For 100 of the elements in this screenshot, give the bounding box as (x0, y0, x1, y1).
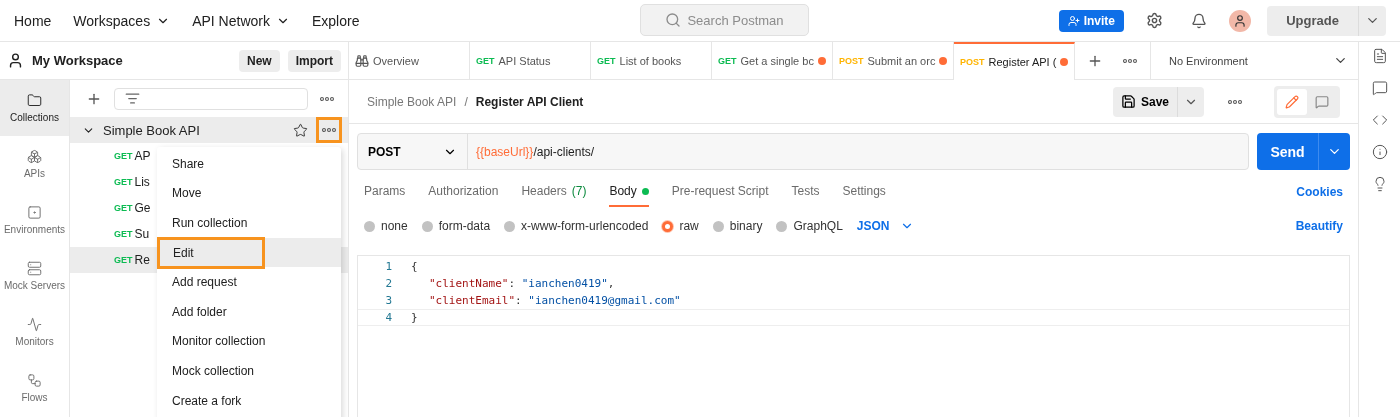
request-section-tab[interactable]: Pre-request Script (671, 177, 769, 207)
menu-item[interactable]: Move (157, 178, 341, 209)
request-name: Ge (134, 201, 151, 215)
avatar[interactable] (1229, 9, 1251, 32)
body-type-radio[interactable]: GraphQL (776, 219, 843, 233)
sidebar-item[interactable]: Collections (0, 80, 69, 136)
user-icon (1233, 13, 1247, 28)
nav-menu-item[interactable]: Workspaces (73, 12, 171, 29)
request-tab[interactable]: GET Get a single bc (712, 42, 833, 79)
code-editor[interactable]: 1 { 2 "clientName": "ianchen0419", 3 "clientEmail": "ianchen0419@gmail.com" 4 } (357, 255, 1350, 417)
request-title: Register API Client (475, 94, 584, 109)
unsaved-dot (818, 56, 826, 65)
line-number: 1 (384, 260, 392, 273)
request-section-tab[interactable]: Body (609, 177, 649, 207)
comments-button[interactable] (1371, 80, 1388, 96)
menu-item[interactable]: Mock collection (157, 356, 341, 386)
workspace-name: My Workspace (32, 53, 124, 68)
format-select[interactable]: JSON (856, 219, 914, 233)
request-tab[interactable]: GET List of books (591, 42, 712, 79)
request-method: GET (114, 229, 133, 239)
unsaved-dot (1060, 58, 1069, 66)
request-name: Su (134, 227, 150, 241)
workspace-button[interactable]: Import (287, 49, 341, 72)
request-tab[interactable]: Overview (349, 42, 470, 79)
menu-item[interactable]: Add request (157, 267, 341, 297)
tab-method: POST (960, 57, 985, 67)
user-plus-icon (1067, 14, 1080, 27)
environment-select[interactable]: No Environment (1150, 42, 1358, 79)
breadcrumb-link[interactable]: Simple Book API (367, 94, 457, 109)
nav-menu-item[interactable]: Home (14, 12, 52, 29)
request-method: GET (114, 203, 133, 213)
menu-item[interactable]: Share (157, 149, 341, 179)
pulse-icon (27, 317, 42, 332)
request-tab[interactable]: GET API Status (470, 42, 591, 79)
sidebar-item[interactable]: Monitors (0, 304, 69, 360)
request-section-tab[interactable]: Settings (842, 177, 886, 207)
request-section-tab[interactable]: Authorization (428, 177, 499, 207)
tab-title: Overview (373, 54, 419, 67)
invite-button[interactable]: Invite (1058, 9, 1124, 32)
settings-icon (1146, 12, 1163, 29)
user-icon (7, 52, 24, 69)
collection-more-button[interactable] (316, 117, 342, 143)
comments-icon (1371, 80, 1388, 96)
code-line: "clientEmail": "ianchen0419@gmail.com" (428, 294, 681, 307)
request-method: GET (114, 151, 133, 161)
info-icon (1371, 144, 1388, 160)
request-section-tab[interactable]: Tests (791, 177, 820, 207)
body-type-radio[interactable]: raw (662, 219, 699, 233)
tab-title: List of books (619, 54, 682, 67)
code-icon (1371, 112, 1388, 128)
menu-item[interactable]: Create a fork (157, 385, 341, 416)
cookies-link[interactable]: Cookies (1296, 185, 1343, 199)
request-name: Lis (134, 175, 150, 189)
tab-method: GET (718, 55, 737, 66)
request-method: GET (114, 177, 133, 187)
line-number: 4 (384, 311, 392, 324)
filter-field[interactable] (114, 87, 308, 110)
apis-icon (27, 149, 42, 164)
filter-icon (125, 91, 140, 106)
edit-mode-button[interactable] (1277, 88, 1307, 115)
star-icon[interactable] (293, 122, 308, 138)
tab-method: POST (839, 55, 864, 66)
info-button[interactable] (1371, 144, 1388, 160)
flow-icon (27, 373, 42, 388)
documentation-button[interactable] (1371, 48, 1388, 64)
ellipsis-icon (1228, 99, 1242, 104)
code-button[interactable] (1371, 112, 1388, 128)
collection-row[interactable]: Simple Book API (70, 117, 348, 143)
search-icon (665, 12, 682, 28)
request-section-tab[interactable]: Headers (7) (521, 177, 587, 207)
menu-item[interactable]: Edit (157, 237, 341, 268)
line-number: 3 (384, 294, 392, 307)
request-tab[interactable]: POST Register API ( (954, 42, 1075, 80)
sidebar-item[interactable]: Mock Servers (0, 248, 69, 304)
tab-method: GET (476, 55, 495, 66)
body-type-radio[interactable]: x-www-form-urlencoded (504, 219, 649, 233)
environment-icon (27, 205, 42, 220)
body-type-radio[interactable]: none (364, 219, 408, 233)
body-type-radio[interactable]: binary (712, 219, 763, 233)
tab-title: Register API ( (988, 56, 1057, 68)
tab-method: GET (597, 55, 616, 66)
ellipsis-icon (322, 128, 336, 132)
workspace-button[interactable]: New (238, 49, 280, 72)
tab-title: Get a single bc (740, 54, 814, 67)
server-icon (27, 261, 42, 276)
status-dot (641, 187, 649, 195)
body-type-radio[interactable]: form-data (421, 219, 491, 233)
nav-menu-item[interactable]: API Network (192, 12, 290, 29)
nav-menu-item[interactable]: Explore (311, 12, 360, 29)
request-section-tab[interactable]: Params (364, 177, 406, 207)
folder-icon (27, 93, 42, 108)
sidebar-item[interactable]: Environments (0, 192, 69, 248)
beautify-link[interactable]: Beautify (1295, 219, 1343, 233)
sidebar-item[interactable]: APIs (0, 136, 69, 192)
menu-item[interactable]: Run collection (157, 208, 341, 238)
menu-item[interactable]: Monitor collection (157, 326, 341, 357)
menu-item[interactable]: Add folder (157, 296, 341, 327)
tab-title: API Status (498, 54, 551, 67)
sidebar-item[interactable]: Flows (0, 360, 69, 416)
binoculars-icon (355, 53, 369, 68)
